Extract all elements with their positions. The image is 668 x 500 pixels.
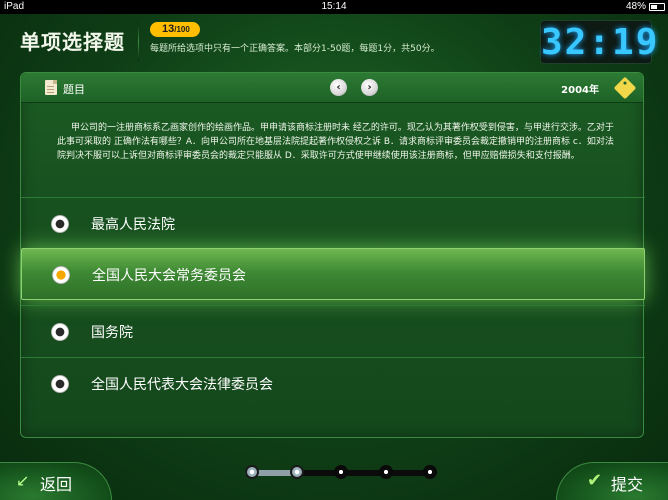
back-button[interactable]: ↙ 返回 [0, 462, 112, 500]
clock: 15:14 [321, 1, 347, 12]
answer-option-label: 全国人民大会常务委员会 [92, 268, 246, 284]
answer-option-label: 国务院 [91, 325, 133, 341]
question-header-label: 题目 [63, 83, 85, 96]
page-title: 单项选择题 [20, 30, 125, 54]
answer-option-3[interactable]: 国务院 [21, 305, 645, 357]
progress-step-dot[interactable] [378, 465, 393, 479]
submit-button[interactable]: ✔ 提交 [556, 462, 668, 500]
submit-button-label: 提交 [611, 475, 644, 494]
question-year: 2004年 [561, 85, 599, 96]
answer-option-label: 全国人民代表大会法律委员会 [91, 377, 273, 393]
question-text: 甲公司的一注册商标系乙画家创作的绘画作品。甲申请该商标注册时未 经乙的许可。现乙… [57, 123, 614, 161]
answer-option-2[interactable]: 全国人民大会常务委员会 [21, 248, 645, 300]
countdown-timer: 32:19 [540, 20, 660, 64]
progress-step-dot[interactable] [245, 465, 259, 479]
battery-percent: 48% [625, 1, 646, 12]
tag-icon[interactable] [613, 76, 637, 100]
radio-button[interactable] [51, 215, 69, 233]
battery-icon [649, 3, 665, 11]
progress-step-dot[interactable] [334, 465, 348, 479]
instructions-text: 每题所给选项中只有一个正确答案。本部分1-50题，每题1分，共50分。 [150, 44, 440, 54]
question-counter-badge: 13/100 [150, 22, 200, 37]
answer-option-4[interactable]: 全国人民代表大会法律委员会 [21, 357, 645, 409]
answer-option-1[interactable]: 最高人民法院 [21, 197, 645, 249]
counter-total: /100 [174, 25, 190, 34]
question-panel-header: 题目 ‹ › 2004年 [21, 73, 643, 103]
check-icon: ✔ [587, 470, 603, 491]
progress-step-dot[interactable] [289, 465, 304, 479]
header-divider [138, 22, 139, 62]
answer-option-label: 最高人民法院 [91, 217, 175, 233]
radio-button[interactable] [51, 323, 69, 341]
status-bar: iPad 15:14 48% [0, 0, 668, 14]
counter-current: 13 [162, 23, 175, 35]
radio-button[interactable] [51, 375, 69, 393]
progress-step-dot[interactable] [423, 465, 437, 479]
next-question-button[interactable]: › [361, 79, 378, 96]
chevron-right-icon: › [367, 82, 372, 93]
header: 单项选择题 13/100 每题所给选项中只有一个正确答案。本部分1-50题，每题… [0, 14, 668, 70]
radio-button-selected[interactable] [52, 266, 70, 284]
back-arrow-icon: ↙ [16, 471, 30, 490]
question-panel: 题目 ‹ › 2004年 甲公司的一注册商标系乙画家创作的绘画作品。甲申请该商标… [20, 72, 645, 438]
previous-question-button[interactable]: ‹ [330, 79, 347, 96]
chevron-left-icon: ‹ [336, 82, 341, 93]
back-button-label: 返回 [40, 475, 73, 494]
document-icon [45, 80, 57, 95]
